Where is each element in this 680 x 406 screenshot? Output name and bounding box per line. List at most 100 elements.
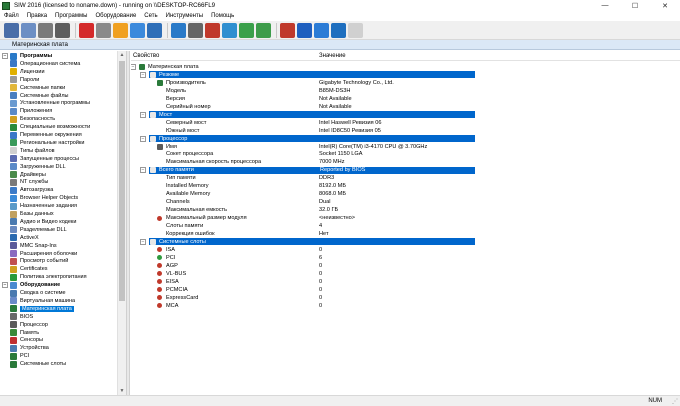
tree-item[interactable]: Операционная система xyxy=(0,60,80,68)
network-icon[interactable] xyxy=(147,22,162,38)
property-row[interactable]: ISA 0 xyxy=(131,246,680,254)
menu-file[interactable]: Файл xyxy=(0,13,23,19)
chat-icon[interactable] xyxy=(331,22,346,38)
close-button[interactable]: ✕ xyxy=(650,0,680,11)
property-row[interactable]: Северный мост Intel Haswell Ревизия 06 xyxy=(131,119,680,127)
tree-item[interactable]: Специальные возможности xyxy=(0,123,90,131)
tree-item[interactable]: Разделяемые DLL xyxy=(0,226,67,234)
tree-group[interactable]: − Программы xyxy=(0,52,52,60)
help-icon[interactable] xyxy=(297,22,312,38)
save-icon[interactable] xyxy=(4,22,19,38)
scroll-down-icon[interactable]: ▼ xyxy=(119,388,125,394)
weather-icon[interactable] xyxy=(280,22,295,38)
property-row[interactable]: EISA 0 xyxy=(131,278,680,286)
tree-item[interactable]: MMC Snap-Ins xyxy=(0,242,57,250)
property-row[interactable]: ExpressCard 0 xyxy=(131,294,680,302)
scrollbar-thumb[interactable] xyxy=(119,61,125,301)
section-header[interactable]: − Всего памяти Reported by BIOS xyxy=(131,166,680,174)
tree-item[interactable]: Сенсоры xyxy=(0,336,43,344)
property-row[interactable]: Максимальная емкость 32.0 ГБ xyxy=(131,206,680,214)
print-icon[interactable] xyxy=(55,22,70,38)
property-row[interactable]: AGP 0 xyxy=(131,262,680,270)
tree-item[interactable]: PCI xyxy=(0,352,29,360)
tree-item[interactable]: Материнская плата xyxy=(0,305,74,313)
property-row[interactable]: Installed Memory 8192.0 МБ xyxy=(131,182,680,190)
tree-item[interactable]: Certificates xyxy=(0,265,48,273)
property-row[interactable]: Производитель Gigabyte Technology Co., Lt… xyxy=(131,79,680,87)
property-row[interactable]: Южный мост Intel ID8C50 Ревизия 05 xyxy=(131,127,680,135)
stop-icon[interactable] xyxy=(79,22,94,38)
tools-icon[interactable] xyxy=(205,22,220,38)
property-row[interactable]: Channels Dual xyxy=(131,198,680,206)
collapse-icon[interactable]: − xyxy=(140,167,146,174)
menu-edit[interactable]: Правка xyxy=(23,13,51,19)
tree-item[interactable]: Browser Helper Objects xyxy=(0,194,78,202)
menu-programs[interactable]: Программы xyxy=(51,13,91,19)
maximize-button[interactable]: ☐ xyxy=(620,0,650,11)
menu-tools[interactable]: Инструменты xyxy=(162,13,207,19)
tree-item[interactable]: Сводка о системе xyxy=(0,289,66,297)
collapse-icon[interactable]: − xyxy=(131,64,136,70)
tree-item[interactable]: ActiveX xyxy=(0,234,39,242)
property-row[interactable]: Серийный номер Not Available xyxy=(131,103,680,111)
tree-group[interactable]: − Оборудование xyxy=(0,281,60,289)
search-icon[interactable] xyxy=(130,22,145,38)
tree-item[interactable]: Базы данных xyxy=(0,210,54,218)
collapse-icon[interactable]: − xyxy=(140,238,146,245)
tree-item[interactable]: Процессор xyxy=(0,321,48,329)
email-icon[interactable] xyxy=(348,22,363,38)
tree-item[interactable]: Установленные программы xyxy=(0,99,90,107)
report-icon[interactable] xyxy=(21,22,36,38)
property-row[interactable]: Available Memory 8068.0 МБ xyxy=(131,190,680,198)
tree-item[interactable]: Просмотр событий xyxy=(0,257,68,265)
property-row[interactable]: Максимальный размер модуля <неизвестно> xyxy=(131,214,680,222)
menu-help[interactable]: Помощь xyxy=(207,13,238,19)
scroll-up-icon[interactable]: ▲ xyxy=(119,52,125,58)
property-row[interactable]: Тип памяти DDR3 xyxy=(131,174,680,182)
bulb-icon[interactable] xyxy=(314,22,329,38)
section-header[interactable]: − Системные слоты xyxy=(131,238,680,246)
property-row[interactable]: Модель B85M-DS3H xyxy=(131,87,680,95)
monitor-icon[interactable] xyxy=(222,22,237,38)
tree-item[interactable]: Системные папки xyxy=(0,84,65,92)
column-property[interactable]: Свойство xyxy=(133,53,159,59)
tree-item[interactable]: Расширения оболочки xyxy=(0,250,77,258)
tree-item[interactable]: Региональные настройки xyxy=(0,139,84,147)
property-row[interactable]: MCA 0 xyxy=(131,302,680,310)
minimize-button[interactable]: — xyxy=(590,0,620,11)
section-header[interactable]: − Резюме xyxy=(131,71,680,79)
tree-item[interactable]: NT службы xyxy=(0,178,48,186)
tree-item[interactable]: Системные файлы xyxy=(0,92,69,100)
wizard-icon[interactable] xyxy=(113,22,128,38)
tree-item[interactable]: Автозагрузка xyxy=(0,186,53,194)
html-icon[interactable] xyxy=(38,22,53,38)
tree-item[interactable]: Политика электропитания xyxy=(0,273,87,281)
chart-icon[interactable] xyxy=(239,22,254,38)
property-row[interactable]: Максимальная скорость процессора 7000 MHz xyxy=(131,158,680,166)
property-row[interactable]: Версия Not Available xyxy=(131,95,680,103)
property-row[interactable]: VL-BUS 0 xyxy=(131,270,680,278)
tree-item[interactable]: Устройства xyxy=(0,344,49,352)
collapse-icon[interactable]: − xyxy=(2,282,8,289)
property-row[interactable]: Слоты памяти 4 xyxy=(131,222,680,230)
tree-item[interactable]: Безопасность xyxy=(0,115,55,123)
tree-item[interactable]: Приложения xyxy=(0,107,52,115)
column-value[interactable]: Значение xyxy=(319,53,346,59)
property-row[interactable]: Коррекция ошибок Нет xyxy=(131,230,680,238)
tree-item[interactable]: Лицензии xyxy=(0,68,45,76)
property-row[interactable]: Имя Intel(R) Core(TM) i3-4170 CPU @ 3.70G… xyxy=(131,143,680,151)
section-header[interactable]: − Мост xyxy=(131,111,680,119)
tree-root[interactable]: − Материнская плата xyxy=(131,63,680,71)
tree-item[interactable]: Виртуальная машина xyxy=(0,297,75,305)
section-header[interactable]: − Процессор xyxy=(131,135,680,143)
menu-network[interactable]: Сеть xyxy=(140,13,161,19)
tree-item[interactable]: Переменные окружения xyxy=(0,131,82,139)
resize-grip-icon[interactable]: ⋰ xyxy=(672,398,678,405)
gear-icon[interactable] xyxy=(188,22,203,38)
property-row[interactable]: PCI 6 xyxy=(131,254,680,262)
menu-hardware[interactable]: Оборудование xyxy=(91,13,140,19)
tree-item[interactable]: Драйверы xyxy=(0,171,46,179)
tree-item[interactable]: Пароли xyxy=(0,76,39,84)
tree-item[interactable]: Запущенные процессы xyxy=(0,155,79,163)
tree-item[interactable]: BIOS xyxy=(0,313,33,321)
